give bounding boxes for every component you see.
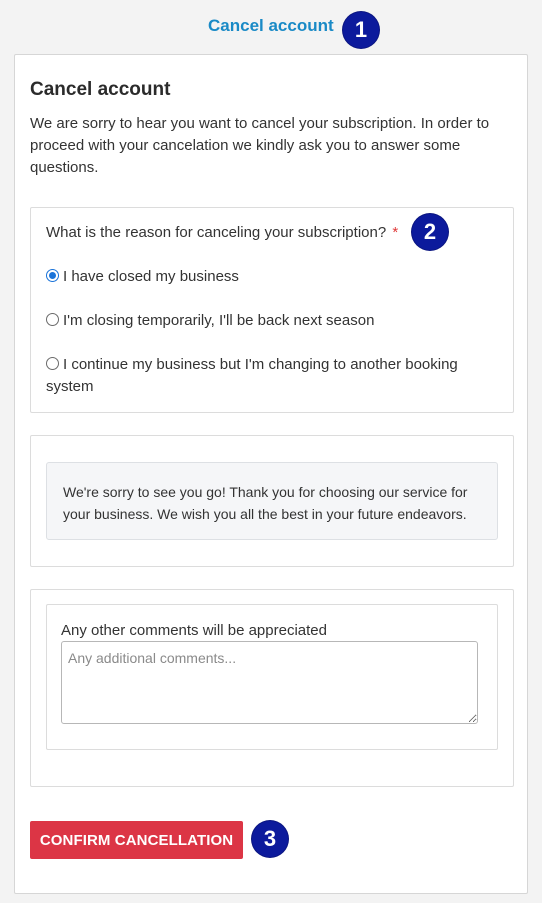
- required-marker: *: [392, 224, 399, 241]
- confirm-cancellation-button[interactable]: CONFIRM CANCELLATION: [30, 821, 243, 859]
- radio-button[interactable]: [46, 313, 59, 326]
- cancel-account-link[interactable]: Cancel account: [208, 16, 334, 36]
- farewell-message: We're sorry to see you go! Thank you for…: [46, 462, 498, 540]
- reason-option-closed-business[interactable]: I have closed my business: [46, 266, 496, 288]
- reason-option-label: I continue my business but I'm changing …: [46, 356, 458, 395]
- radio-button[interactable]: [46, 357, 59, 370]
- card-intro-text: We are sorry to hear you want to cancel …: [30, 115, 490, 176]
- reason-question-panel: What is the reason for canceling your su…: [30, 207, 514, 413]
- comments-label: Any other comments will be appreciated: [61, 622, 327, 639]
- header: Cancel account 1: [0, 6, 542, 48]
- reason-question-text: What is the reason for canceling your su…: [46, 224, 387, 241]
- reason-option-closing-temporarily[interactable]: I'm closing temporarily, I'll be back ne…: [46, 310, 496, 332]
- step-badge-1: 1: [343, 12, 379, 48]
- reason-option-label: I have closed my business: [63, 268, 239, 285]
- reason-option-changing-system[interactable]: I continue my business but I'm changing …: [46, 354, 496, 398]
- farewell-message-panel: We're sorry to see you go! Thank you for…: [30, 435, 514, 567]
- comments-group: Any other comments will be appreciated: [46, 604, 498, 750]
- step-badge-3: 3: [252, 821, 288, 857]
- cancel-account-card: Cancel account We are sorry to hear you …: [14, 54, 528, 894]
- step-badge-2: 2: [412, 214, 448, 250]
- card-title: Cancel account: [30, 79, 171, 100]
- comments-panel: Any other comments will be appreciated: [30, 589, 514, 787]
- reason-question-label: What is the reason for canceling your su…: [46, 224, 398, 241]
- comments-textarea[interactable]: [61, 641, 478, 724]
- radio-button-checked[interactable]: [46, 269, 59, 282]
- reason-option-label: I'm closing temporarily, I'll be back ne…: [63, 312, 375, 329]
